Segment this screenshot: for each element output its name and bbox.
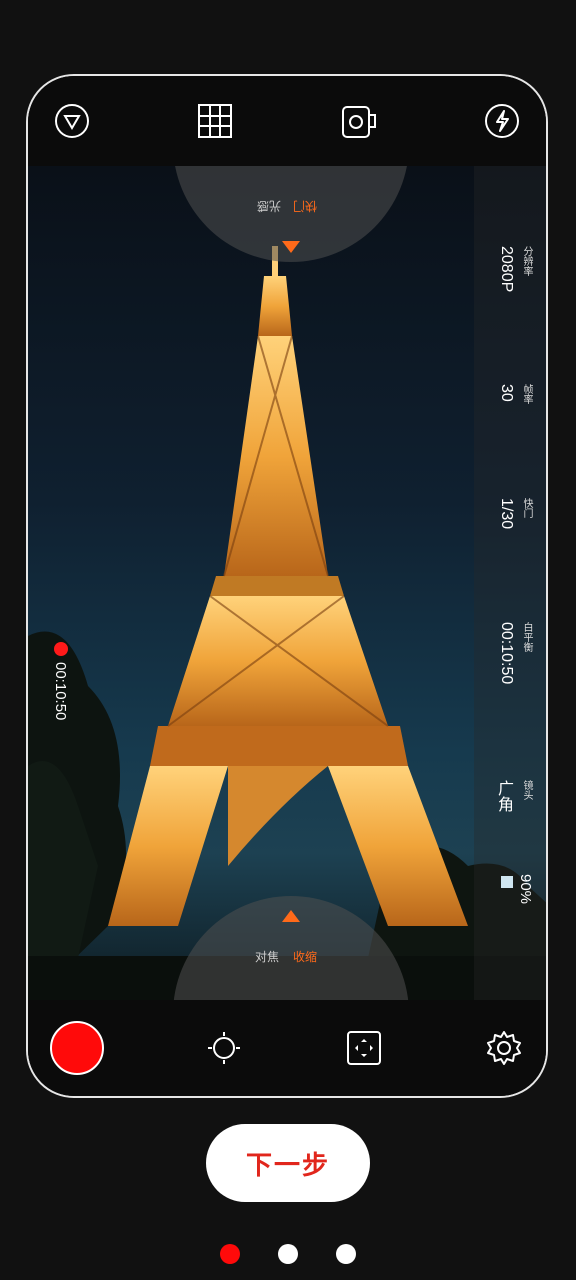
dial-pointer-icon bbox=[282, 241, 300, 253]
param-label: 快门 bbox=[521, 498, 532, 518]
battery-status: 90% bbox=[474, 874, 534, 904]
param-value: 00:10:50 bbox=[498, 622, 515, 685]
next-step-button[interactable]: 下一步 bbox=[206, 1124, 370, 1202]
page-indicator bbox=[0, 1244, 576, 1264]
dial-shutter-label: 快门 bbox=[293, 199, 318, 213]
param-label: 镜头 bbox=[521, 780, 532, 800]
settings-gear-icon[interactable] bbox=[484, 1028, 524, 1068]
param-shutter[interactable]: 快门 1/30 bbox=[474, 498, 534, 529]
grid-icon[interactable] bbox=[195, 101, 235, 141]
param-lens[interactable]: 镜头 广角 bbox=[474, 780, 534, 812]
recording-time: 00:10:50 bbox=[52, 662, 69, 721]
flash-icon[interactable] bbox=[482, 101, 522, 141]
param-label: 帧率 bbox=[521, 384, 532, 404]
dial-pointer-icon bbox=[282, 910, 300, 922]
brightness-icon[interactable] bbox=[204, 1028, 244, 1068]
param-value: 广角 bbox=[495, 780, 512, 812]
battery-icon bbox=[501, 876, 513, 888]
param-white-balance[interactable]: 白平衡 00:10:50 bbox=[474, 622, 534, 684]
dial-zoom-label: 收缩 bbox=[293, 950, 318, 964]
camera-flip-icon[interactable] bbox=[339, 101, 379, 141]
page-dot bbox=[278, 1244, 298, 1264]
recording-dot-icon bbox=[53, 642, 68, 656]
camera-viewfinder[interactable]: 快门 光感 对焦 收缩 00:10:50 分辨率 2080P 帧率 30 快门 bbox=[28, 166, 546, 1004]
param-value: 30 bbox=[498, 384, 515, 402]
param-value: 1/30 bbox=[498, 498, 515, 530]
page-dot bbox=[220, 1244, 240, 1264]
param-label: 白平衡 bbox=[521, 622, 532, 652]
dial-focus-label: 对焦 bbox=[255, 950, 280, 964]
recording-indicator: 00:10:50 bbox=[52, 642, 69, 720]
bottom-toolbar bbox=[28, 1000, 546, 1096]
eiffel-tower-image bbox=[28, 246, 546, 1004]
dial-exposure-label: 光感 bbox=[257, 199, 282, 213]
parameter-panel: 分辨率 2080P 帧率 30 快门 1/30 白平衡 00:10:50 镜头 … bbox=[474, 166, 546, 1004]
page-dot bbox=[336, 1244, 356, 1264]
top-toolbar bbox=[28, 76, 546, 166]
camera-frame: 快门 光感 对焦 收缩 00:10:50 分辨率 2080P 帧率 30 快门 bbox=[26, 74, 548, 1098]
filter-triangle-icon[interactable] bbox=[52, 101, 92, 141]
focus-frame-icon[interactable] bbox=[344, 1028, 384, 1068]
param-value: 2080P bbox=[498, 246, 515, 293]
param-resolution[interactable]: 分辨率 2080P bbox=[474, 246, 534, 292]
param-framerate[interactable]: 帧率 30 bbox=[474, 384, 534, 404]
record-button[interactable] bbox=[50, 1021, 104, 1075]
param-label: 分辨率 bbox=[521, 246, 532, 276]
battery-value: 90% bbox=[517, 874, 534, 905]
